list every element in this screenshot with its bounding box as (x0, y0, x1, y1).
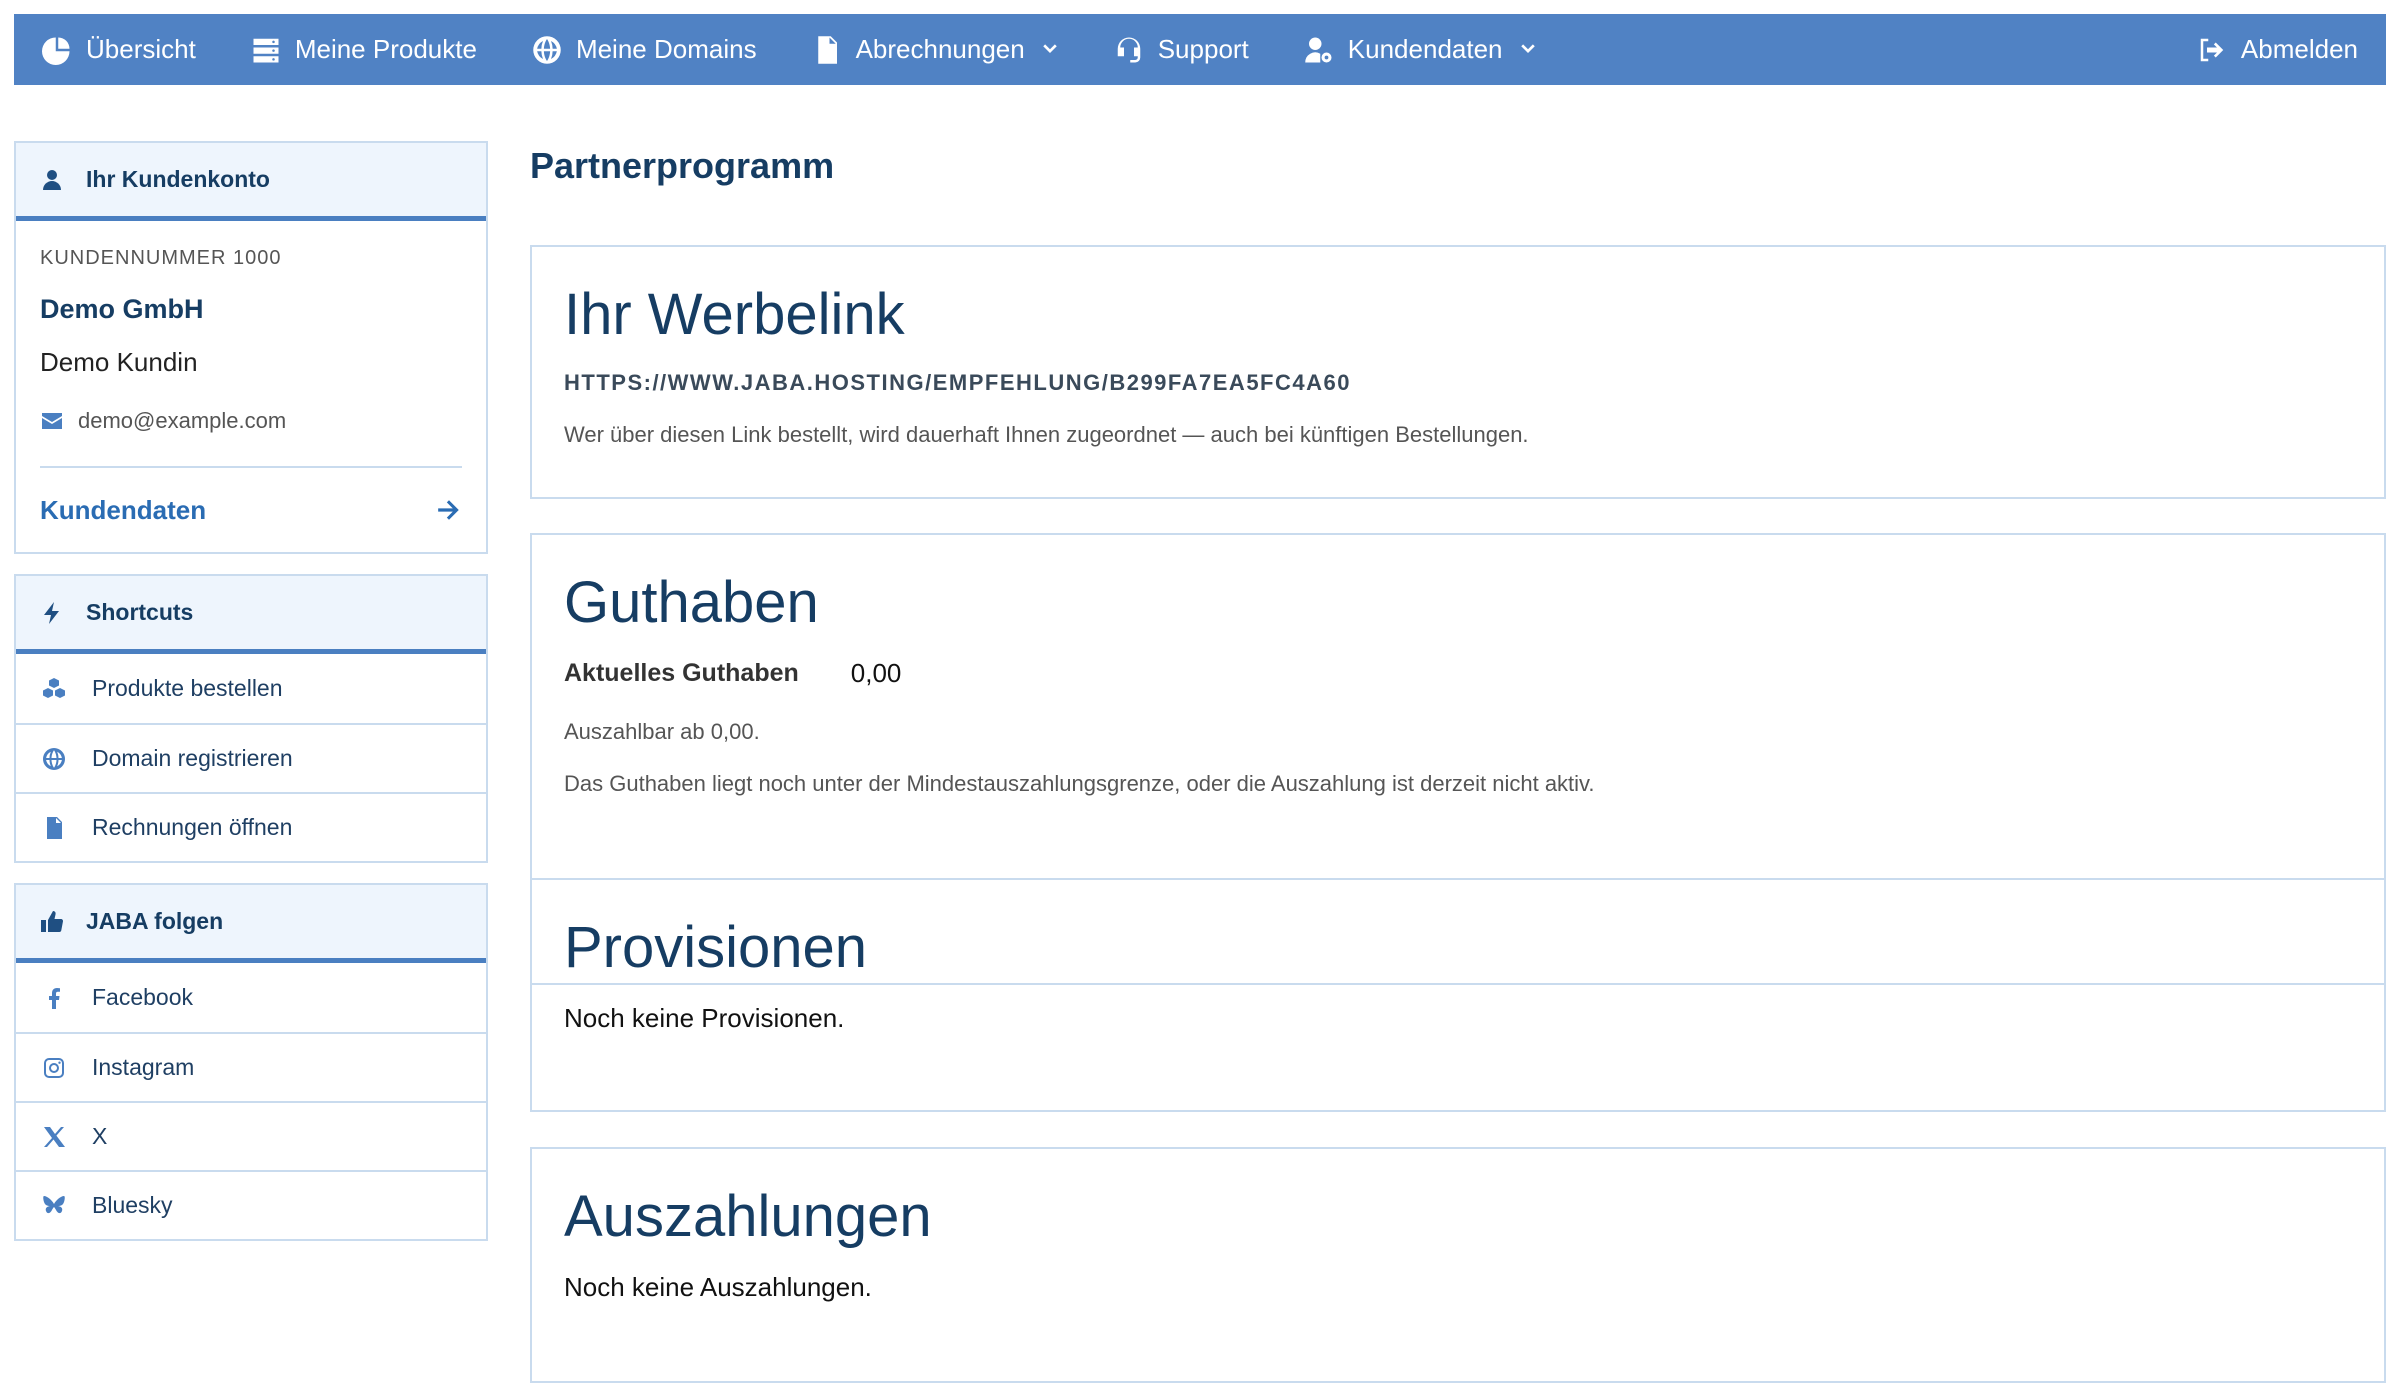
nav-item-meine-domains[interactable]: Meine Domains (532, 34, 757, 65)
follow-panel-header: JABA folgen (16, 885, 486, 963)
follow-panel: JABA folgen Facebook Instagram X Bluesky (14, 883, 488, 1241)
email-row: demo@example.com (40, 408, 462, 434)
shortcut-order-products[interactable]: Produkte bestellen (16, 654, 486, 723)
cubes-icon (43, 677, 65, 698)
nav-item-support[interactable]: Support (1114, 34, 1249, 65)
chevron-down-icon (1042, 43, 1057, 53)
payout-threshold-note: Auszahlbar ab 0,00. (564, 719, 760, 744)
customer-number: KUNDENNUMMER 1000 (40, 247, 282, 269)
chevron-down-icon (1520, 43, 1535, 53)
guthaben-heading: Guthaben (564, 570, 819, 635)
email-address: demo@example.com (78, 408, 287, 433)
social-label: Bluesky (92, 1192, 173, 1218)
provisionen-heading: Provisionen (564, 915, 868, 980)
social-link-facebook[interactable]: Facebook (16, 963, 486, 1032)
user-icon (43, 169, 61, 190)
nav-item-uebersicht[interactable]: Übersicht (42, 34, 196, 65)
provisionen-card: Provisionen Noch keine Provisionen. (530, 878, 2386, 1112)
social-link-instagram[interactable]: Instagram (16, 1032, 486, 1101)
shortcuts-panel-header: Shortcuts (16, 576, 486, 654)
referral-note: Wer über diesen Link bestellt, wird daue… (564, 422, 1529, 447)
server-icon (253, 38, 279, 62)
shortcut-open-invoices[interactable]: Rechnungen öffnen (16, 792, 486, 861)
contact-person: Demo Kundin (40, 347, 198, 377)
werbelink-card: Ihr Werbelink HTTPS://WWW.JABA.HOSTING/E… (530, 245, 2386, 499)
account-header-label: Ihr Kundenkonto (86, 166, 270, 192)
logout-icon (2200, 38, 2224, 61)
nav-label: Support (1157, 34, 1249, 64)
auszahlungen-heading: Auszahlungen (564, 1184, 932, 1249)
user-gear-icon (1305, 37, 1332, 62)
nav-label: Übersicht (86, 34, 196, 64)
sidebar: Ihr Kundenkonto KUNDENNUMMER 1000 Demo G… (14, 141, 488, 1261)
logout-button[interactable]: Abmelden (2197, 34, 2358, 65)
account-panel-header: Ihr Kundenkonto (16, 143, 486, 221)
headset-icon (1117, 37, 1140, 62)
envelope-icon (42, 413, 62, 429)
shortcut-register-domain[interactable]: Domain registrieren (16, 723, 486, 792)
main-content: Partnerprogramm Ihr Werbelink HTTPS://WW… (530, 141, 2386, 1383)
nav-label: Abrechnungen (855, 34, 1025, 64)
arrow-right-icon (438, 500, 459, 520)
nav-label: Meine Domains (575, 34, 757, 64)
nav-item-abrechnungen[interactable]: Abrechnungen (812, 34, 1059, 65)
social-link-bluesky[interactable]: Bluesky (16, 1170, 486, 1239)
shortcut-label: Rechnungen öffnen (92, 814, 293, 840)
customer-data-link[interactable]: Kundendaten (40, 468, 462, 552)
page-title: Partnerprogramm (530, 145, 835, 186)
account-panel: Ihr Kundenkonto KUNDENNUMMER 1000 Demo G… (14, 141, 488, 554)
nav-label: Meine Produkte (294, 34, 477, 64)
provisionen-empty: Noch keine Provisionen. (564, 1003, 845, 1033)
shortcuts-panel: Shortcuts Produkte bestellen Domain regi… (14, 574, 488, 863)
auszahlungen-card: Auszahlungen Noch keine Auszahlungen. (530, 1147, 2386, 1383)
document-icon (817, 35, 837, 64)
shortcut-label: Produkte bestellen (92, 675, 283, 701)
bolt-icon (44, 601, 59, 624)
shortcut-label: Domain registrieren (92, 745, 293, 771)
auszahlungen-empty: Noch keine Auszahlungen. (564, 1272, 872, 1302)
shortcuts-header-label: Shortcuts (86, 599, 194, 625)
logout-label: Abmelden (2240, 34, 2358, 64)
instagram-icon (44, 1057, 64, 1078)
globe-icon (43, 747, 65, 770)
top-navigation: Übersicht Meine Produkte Meine Domains A… (14, 14, 2386, 85)
current-balance-label: Aktuelles Guthaben (564, 659, 799, 687)
globe-icon (533, 35, 561, 64)
nav-label: Kundendaten (1347, 34, 1503, 64)
company-name: Demo GmbH (40, 294, 204, 324)
follow-header-label: JABA folgen (86, 908, 224, 934)
social-link-x[interactable]: X (16, 1101, 486, 1170)
social-label: Instagram (92, 1054, 195, 1080)
document-icon (47, 816, 62, 839)
account-body: KUNDENNUMMER 1000 Demo GmbH Demo Kundin … (16, 221, 486, 552)
payout-status-note: Das Guthaben liegt noch unter der Mindes… (564, 771, 1595, 796)
nav-item-meine-produkte[interactable]: Meine Produkte (251, 34, 477, 65)
referral-url[interactable]: HTTPS://WWW.JABA.HOSTING/EMPFEHLUNG/B299… (564, 370, 2352, 396)
facebook-icon (49, 987, 60, 1009)
butterfly-icon (43, 1195, 65, 1213)
x-logo-icon (44, 1126, 65, 1147)
werbelink-heading: Ihr Werbelink (564, 282, 905, 347)
chart-pie-icon (42, 37, 70, 65)
customer-data-link-label: Kundendaten (40, 494, 207, 525)
current-balance-value: 0,00 (850, 658, 902, 688)
thumbs-up-icon (41, 910, 64, 932)
current-balance-row: Aktuelles Guthaben 0,00 (564, 658, 2352, 689)
social-label: Facebook (92, 984, 194, 1010)
social-label: X (92, 1123, 108, 1149)
nav-item-kundendaten[interactable]: Kundendaten (1304, 34, 1537, 65)
